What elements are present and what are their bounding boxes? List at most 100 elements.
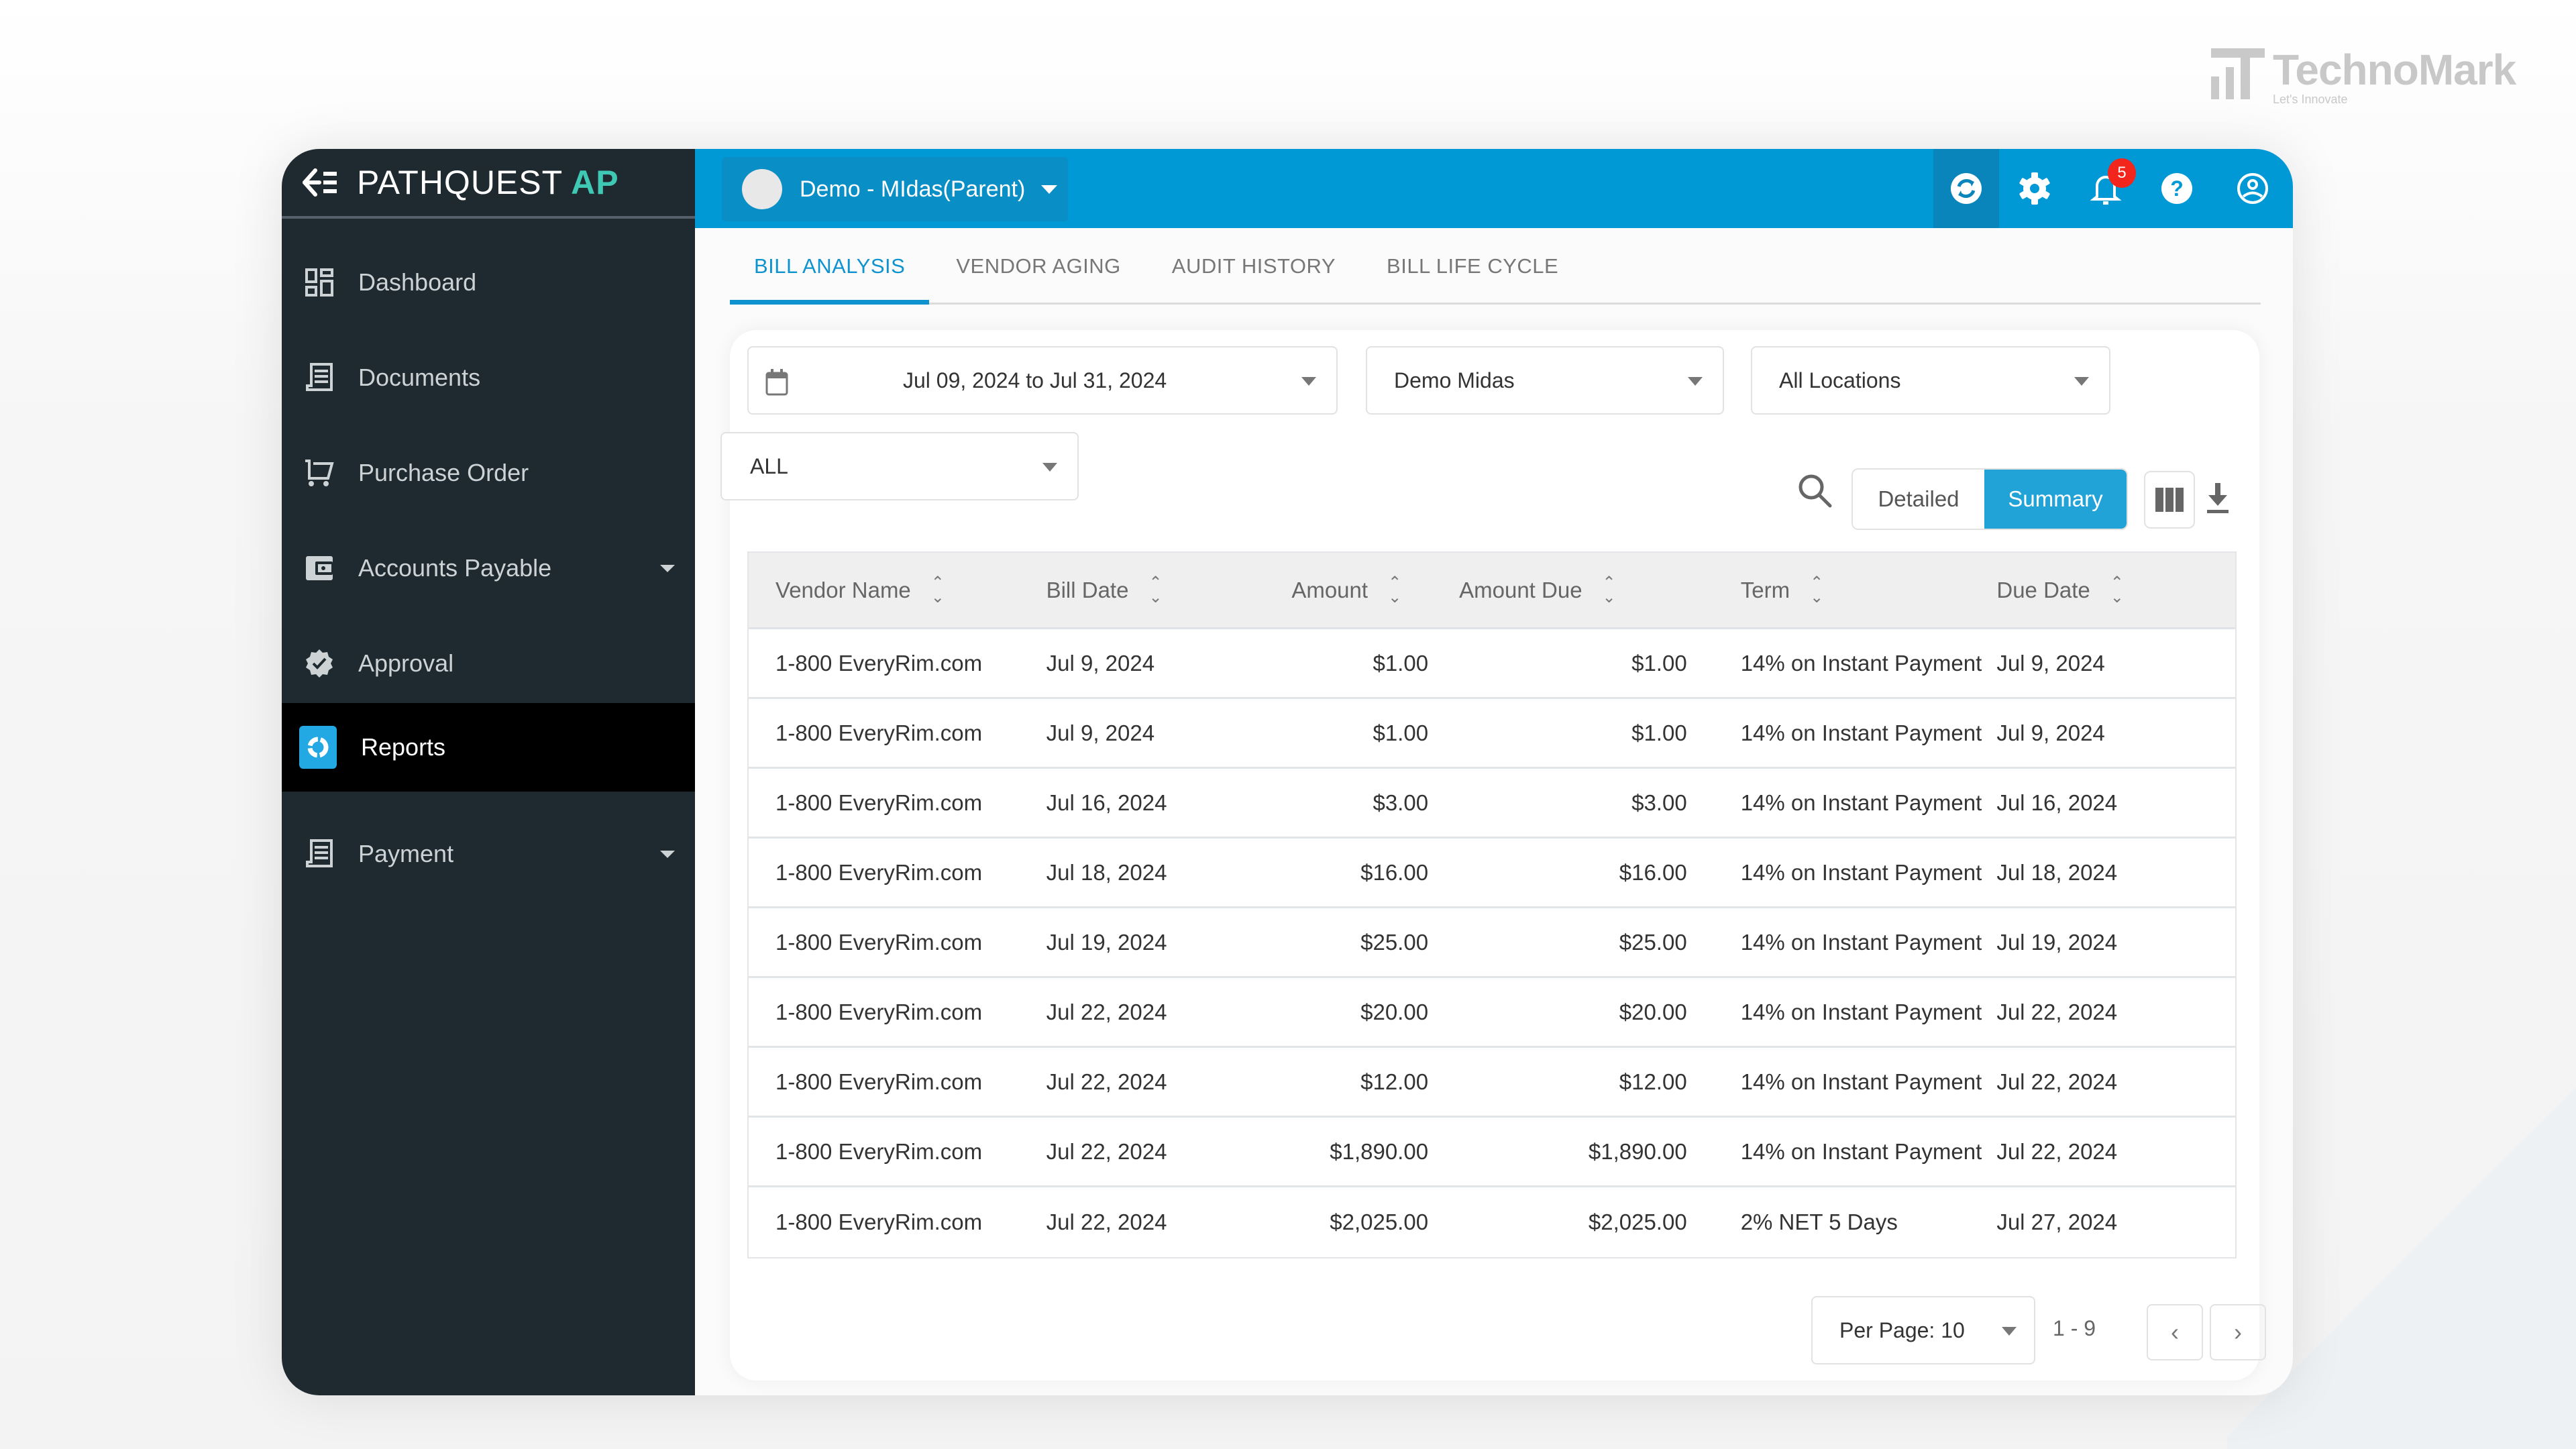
chevron-right-icon: › — [2234, 1318, 2242, 1346]
cell-vendor-name: 1-800 EveryRim.com — [775, 720, 983, 745]
column-header-label: Term — [1740, 577, 1790, 602]
gear-icon — [2019, 172, 2050, 205]
caret-down-icon — [1301, 377, 1316, 386]
cell-term: 14% on Instant Payment — [1740, 1138, 1982, 1164]
caret-down-icon — [1042, 463, 1057, 472]
cell-vendor-name: 1-800 EveryRim.com — [775, 999, 983, 1024]
table-row[interactable]: 1-800 EveryRim.com Jul 22, 2024 $12.00 $12.… — [749, 1048, 2235, 1118]
column-header-label: Amount — [1291, 577, 1368, 602]
table-row[interactable]: 1-800 EveryRim.com Jul 9, 2024 $1.00 $1.00 1… — [749, 629, 2235, 699]
cell-bill-date: Jul 22, 2024 — [1046, 1069, 1167, 1094]
column-header-vendor-name[interactable]: Vendor Name ⌃ ⌄ — [749, 553, 1046, 627]
cell-amount-due: $20.00 — [1619, 999, 1687, 1024]
profile-button[interactable] — [2212, 149, 2293, 228]
sidebar-item-label: Reports — [361, 733, 446, 761]
sidebar-item-label: Documents — [358, 364, 481, 391]
chevron-down-icon[interactable] — [660, 850, 675, 858]
sidebar-item-purchase-order[interactable]: Purchase Order — [282, 425, 695, 521]
column-header-label: Amount Due — [1459, 577, 1582, 602]
settings-button[interactable] — [1999, 149, 2070, 228]
top-bar-actions: 5 ? — [1933, 149, 2293, 228]
document-icon — [303, 362, 335, 394]
sidebar-item-label: Approval — [358, 649, 454, 677]
cell-due-date: Jul 22, 2024 — [1996, 1069, 2118, 1094]
table-row[interactable]: 1-800 EveryRim.com Jul 9, 2024 $1.00 $1.00 1… — [749, 699, 2235, 769]
sort-icon[interactable]: ⌃ ⌄ — [931, 574, 945, 605]
sort-icon[interactable]: ⌃ ⌄ — [2110, 574, 2124, 605]
view-toggle: Detailed Summary — [1851, 468, 2128, 530]
cell-amount: $12.00 — [1360, 1069, 1429, 1094]
search-icon[interactable] — [1795, 471, 1835, 511]
tab-bill-analysis[interactable]: BILL ANALYSIS — [730, 228, 930, 305]
column-header-amount[interactable]: Amount ⌃ ⌄ — [1205, 553, 1428, 627]
sidebar-item-dashboard[interactable]: Dashboard — [282, 235, 695, 330]
status-select[interactable]: ALL — [720, 432, 1079, 500]
sort-icon[interactable]: ⌃ ⌄ — [1810, 574, 1823, 605]
cell-due-date: Jul 22, 2024 — [1996, 999, 2118, 1024]
user-icon — [2237, 173, 2268, 204]
column-header-amount-due[interactable]: Amount Due ⌃ ⌄ — [1428, 553, 1687, 627]
sort-icon[interactable]: ⌃ ⌄ — [1148, 574, 1162, 605]
columns-button[interactable] — [2144, 471, 2195, 529]
table-row[interactable]: 1-800 EveryRim.com Jul 22, 2024 $2,025.00 $… — [749, 1187, 2235, 1257]
tab-audit-history[interactable]: AUDIT HISTORY — [1172, 228, 1336, 305]
prev-page-button[interactable]: ‹ — [2147, 1304, 2203, 1360]
table-row[interactable]: 1-800 EveryRim.com Jul 18, 2024 $16.00 $16.… — [749, 839, 2235, 908]
app-window: PATHQUEST AP Dashboard Documents Purchase… — [282, 149, 2293, 1395]
help-button[interactable]: ? — [2141, 149, 2212, 228]
cell-amount: $1.00 — [1373, 650, 1429, 676]
collapse-menu-icon[interactable] — [299, 164, 339, 201]
company-select[interactable]: Demo Midas — [1366, 346, 1724, 415]
sidebar-item-approval[interactable]: Approval — [282, 616, 695, 711]
cell-due-date: Jul 22, 2024 — [1996, 1138, 2118, 1164]
sidebar-item-label: Dashboard — [358, 268, 477, 296]
detailed-button[interactable]: Detailed — [1853, 470, 1984, 529]
summary-button[interactable]: Summary — [1984, 470, 2127, 529]
per-page-select[interactable]: Per Page: 10 — [1811, 1296, 2035, 1364]
sort-icon[interactable]: ⌃ ⌄ — [1603, 574, 1616, 605]
cart-icon — [303, 457, 335, 489]
chevron-down-icon[interactable] — [660, 564, 675, 572]
sidebar: PATHQUEST AP Dashboard Documents Purchase… — [282, 149, 695, 1395]
column-header-term[interactable]: Term ⌃ ⌄ — [1687, 553, 1997, 627]
tab-vendor-aging[interactable]: VENDOR AGING — [956, 228, 1120, 305]
cell-due-date: Jul 9, 2024 — [1996, 720, 2105, 745]
next-page-button[interactable]: › — [2210, 1304, 2266, 1360]
sidebar-item-reports[interactable]: Reports — [282, 703, 695, 792]
table-row[interactable]: 1-800 EveryRim.com Jul 22, 2024 $20.00 $20.… — [749, 978, 2235, 1048]
cell-term: 14% on Instant Payment — [1740, 790, 1982, 815]
chevron-left-icon: ‹ — [2171, 1318, 2179, 1346]
download-icon[interactable] — [2204, 482, 2231, 514]
cell-amount-due: $16.00 — [1619, 859, 1687, 885]
notifications-button[interactable]: 5 — [2070, 149, 2141, 228]
help-icon: ? — [2161, 173, 2192, 204]
sidebar-item-accounts-payable[interactable]: Accounts Payable — [282, 521, 695, 616]
table-row[interactable]: 1-800 EveryRim.com Jul 22, 2024 $1,890.00 $… — [749, 1118, 2235, 1187]
cell-amount: $3.00 — [1373, 790, 1429, 815]
column-header-bill-date[interactable]: Bill Date ⌃ ⌄ — [1046, 553, 1206, 627]
location-select[interactable]: All Locations — [1751, 346, 2110, 415]
sync-button[interactable] — [1933, 149, 1999, 228]
table-row[interactable]: 1-800 EveryRim.com Jul 16, 2024 $3.00 $3.00… — [749, 769, 2235, 839]
app-logo: PATHQUEST AP — [357, 163, 619, 202]
date-range-picker[interactable]: Jul 09, 2024 to Jul 31, 2024 — [747, 346, 1338, 415]
table-row[interactable]: 1-800 EveryRim.com Jul 19, 2024 $25.00 $25.… — [749, 908, 2235, 978]
organization-selector[interactable]: Demo - MIdas(Parent) — [722, 157, 1068, 221]
logo-text: PATHQUEST — [357, 164, 564, 201]
receipt-icon — [303, 838, 335, 870]
watermark-name: TechnoMark — [2273, 46, 2516, 94]
sort-icon[interactable]: ⌃ ⌄ — [1388, 574, 1401, 605]
watermark-tagline: Let's Innovate — [2273, 93, 2348, 106]
cell-term: 14% on Instant Payment — [1740, 720, 1982, 745]
sidebar-item-documents[interactable]: Documents — [282, 330, 695, 425]
column-header-label: Due Date — [1996, 577, 2090, 602]
column-header-due-date[interactable]: Due Date ⌃ ⌄ — [1996, 553, 2235, 627]
tab-bill-life-cycle[interactable]: BILL LIFE CYCLE — [1387, 228, 1558, 305]
caret-down-icon — [1041, 184, 1058, 194]
cell-amount-due: $1.00 — [1631, 650, 1687, 676]
report-tabs: BILL ANALYSIS VENDOR AGING AUDIT HISTORY… — [730, 228, 2261, 305]
cell-term: 14% on Instant Payment — [1740, 929, 1982, 955]
status-value: ALL — [750, 453, 788, 478]
sidebar-item-payment[interactable]: Payment — [282, 806, 695, 902]
cell-amount: $16.00 — [1360, 859, 1429, 885]
